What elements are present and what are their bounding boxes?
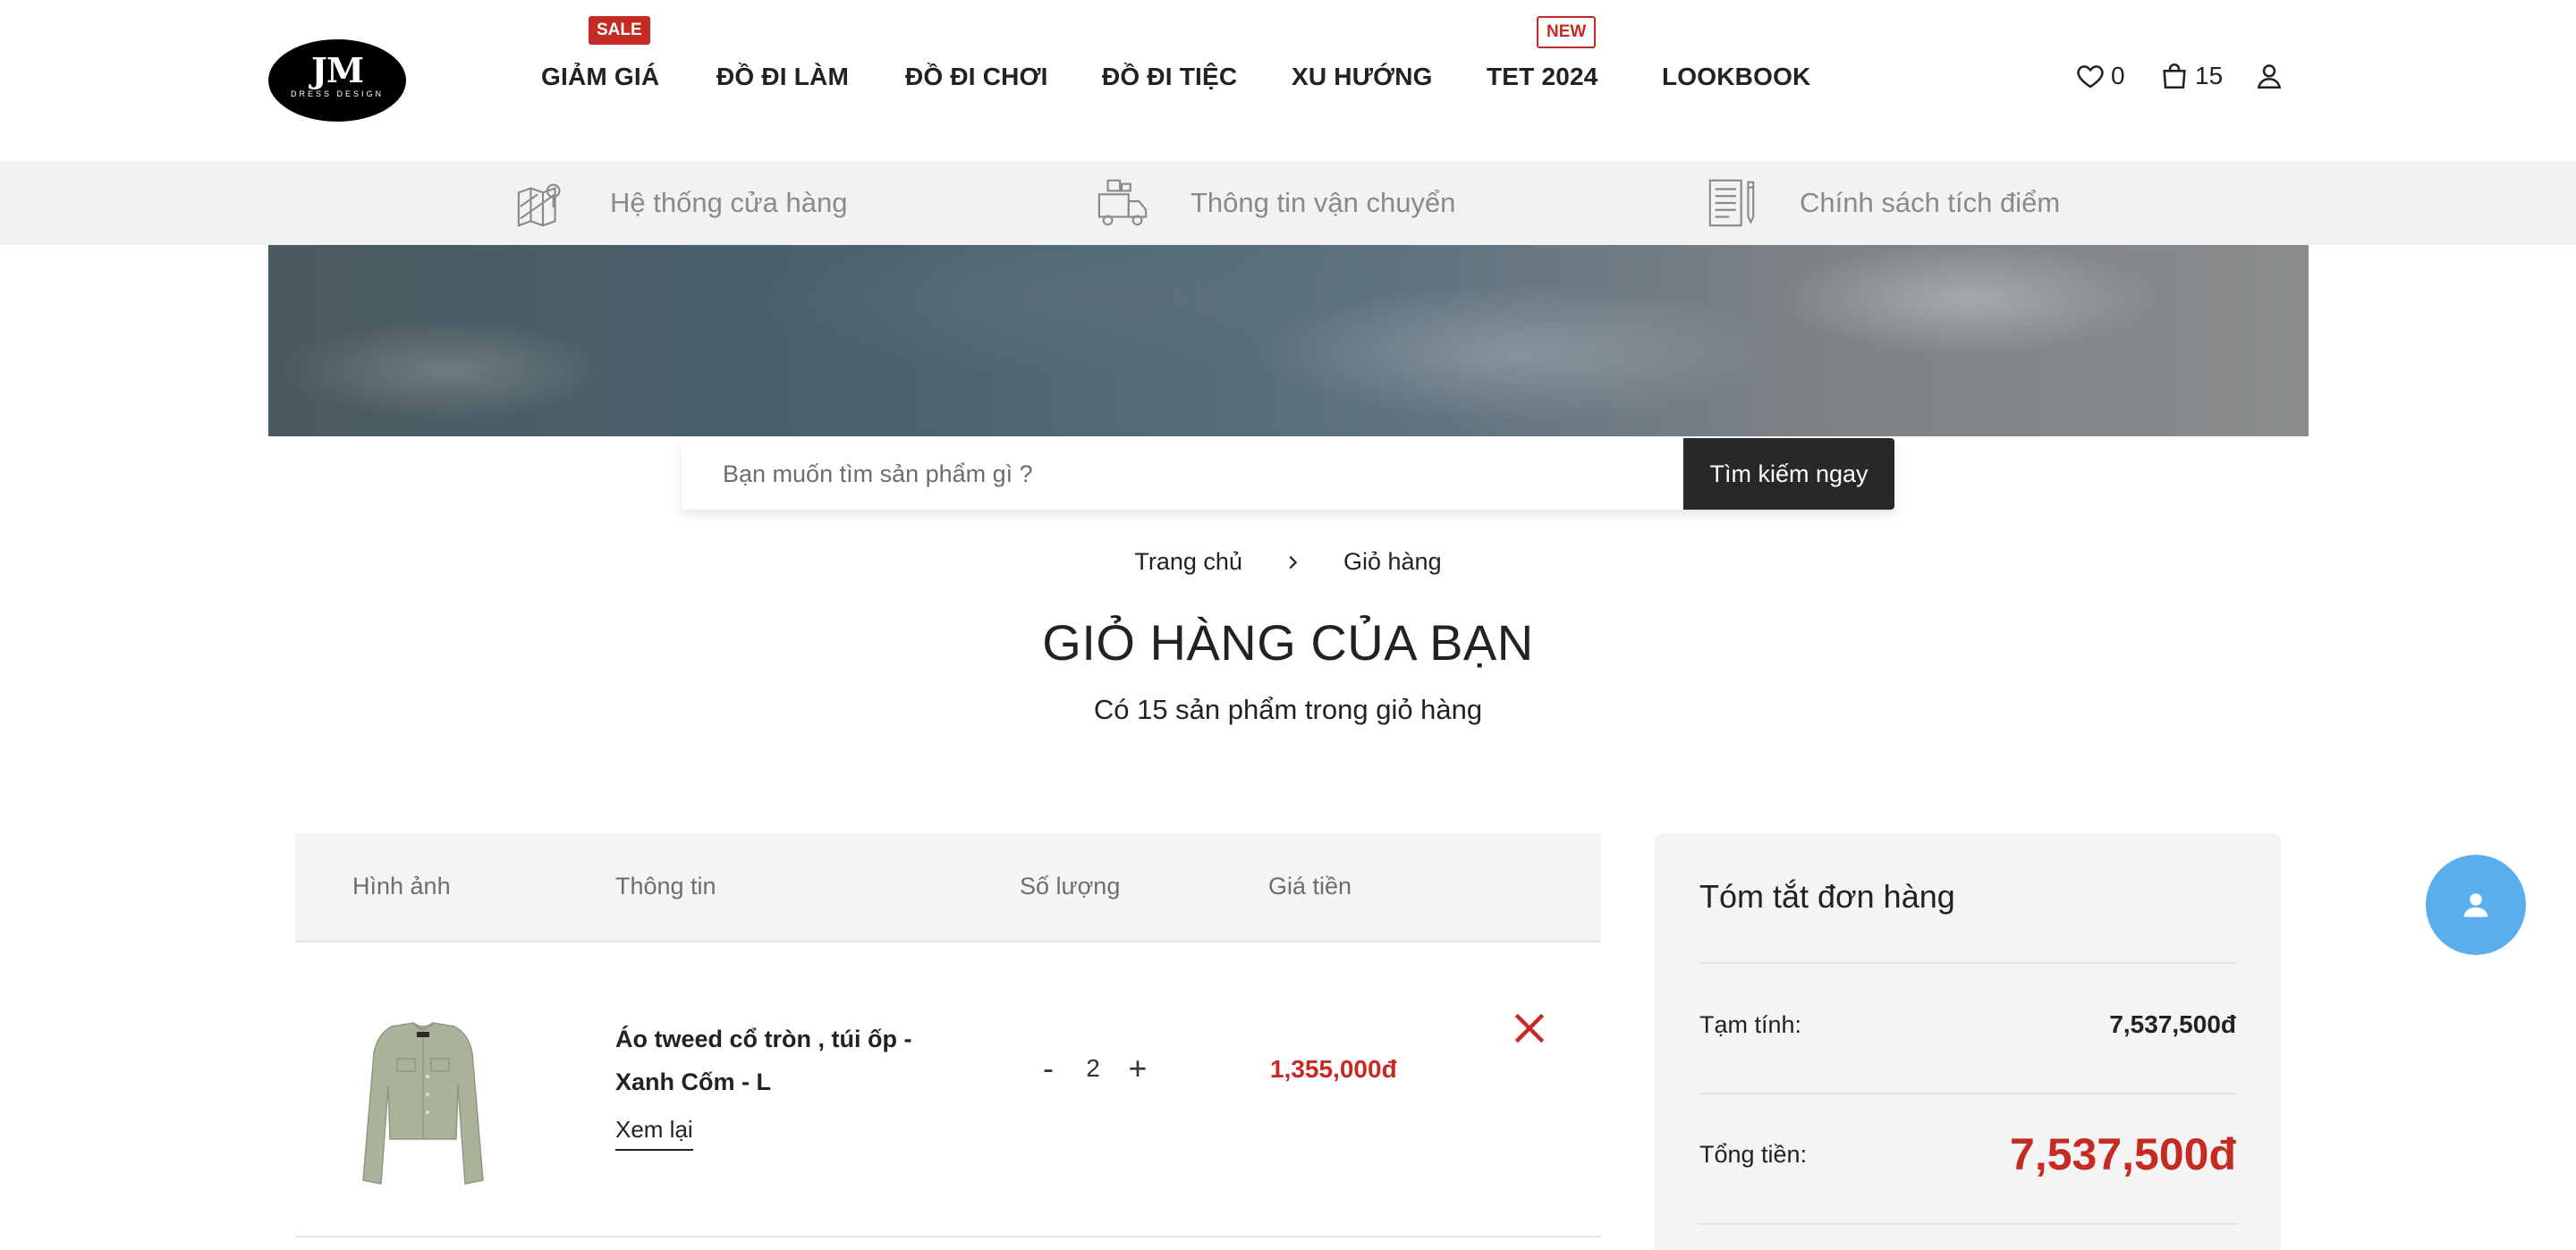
user-icon: [2257, 64, 2282, 89]
cart-table-header: Hình ảnh Thông tin Số lượng Giá tiền: [295, 833, 1601, 942]
store-system-label: Hệ thống cửa hàng: [610, 187, 848, 218]
breadcrumb-current: Giỏ hàng: [1343, 548, 1442, 576]
nav-item-workwear[interactable]: ĐỒ ĐI LÀM: [716, 63, 849, 91]
subtotal-label: Tạm tính:: [1699, 1010, 1802, 1038]
increase-quantity-button[interactable]: +: [1118, 1050, 1157, 1087]
subtotal-row: Tạm tính: 7,537,500đ: [1699, 1010, 2236, 1039]
order-summary-title: Tóm tắt đơn hàng: [1699, 878, 1955, 915]
remove-item-icon[interactable]: [1510, 1009, 1549, 1048]
breadcrumb: Trang chủ Giỏ hàng: [0, 547, 2576, 576]
chevron-right-icon: [1289, 555, 1298, 570]
cart-count: 15: [2195, 62, 2224, 89]
user-icon: [2463, 893, 2488, 917]
quantity-stepper: - 2 +: [1029, 1050, 1157, 1087]
divider: [1699, 1093, 2236, 1094]
loyalty-policy-link[interactable]: Chính sách tích điểm: [1705, 175, 2060, 231]
nav-item-lookbook[interactable]: LOOKBOOK: [1662, 63, 1810, 91]
total-row: Tổng tiền: 7,537,500đ: [1699, 1128, 2236, 1180]
subtotal-value: 7,537,500đ: [2109, 1010, 2236, 1038]
service-info-bar: Hệ thống cửa hàng Thông tin vận chuyển C…: [0, 161, 2576, 245]
quantity-value: 2: [1086, 1054, 1100, 1082]
search-button[interactable]: Tìm kiếm ngay: [1683, 438, 1894, 510]
shopping-bag-icon: [2163, 63, 2186, 89]
nav-item-casual[interactable]: ĐỒ ĐI CHƠI: [905, 63, 1048, 91]
wishlist-count: 0: [2111, 62, 2125, 89]
map-icon: [517, 183, 561, 227]
hero-banner-image: [268, 245, 2309, 436]
heart-icon: [2077, 65, 2104, 89]
column-header-info: Thông tin: [615, 873, 716, 899]
divider: [1699, 962, 2236, 964]
nav-item-party[interactable]: ĐỒ ĐI TIỆC: [1102, 63, 1237, 91]
cart-button[interactable]: 15: [2159, 61, 2223, 91]
account-button[interactable]: [2254, 61, 2284, 91]
page-title: GIỎ HÀNG CỦA BẠN: [1042, 614, 1534, 671]
document-icon: [1708, 179, 1755, 227]
floating-contact-button[interactable]: [2426, 855, 2526, 955]
store-system-link[interactable]: Hệ thống cửa hàng: [515, 175, 848, 231]
wishlist-button[interactable]: 0: [2075, 61, 2125, 91]
nav-item-sale[interactable]: GIẢM GIÁ: [541, 63, 659, 91]
truck-icon: [1097, 179, 1148, 226]
decrease-quantity-button[interactable]: -: [1029, 1050, 1068, 1087]
item-price: 1,355,000đ: [1270, 1055, 1397, 1083]
column-header-price: Giá tiền: [1268, 873, 1352, 899]
loyalty-policy-label: Chính sách tích điểm: [1800, 187, 2061, 218]
cart-count-text: Có 15 sản phẩm trong giỏ hàng: [1093, 694, 1483, 725]
site-header: JM DRESS DESIGN SALE NEW GIẢM GIÁ ĐỒ ĐI …: [0, 0, 2576, 161]
shipping-info-link[interactable]: Thông tin vận chuyển: [1096, 175, 1455, 231]
new-badge: NEW: [1537, 16, 1597, 48]
breadcrumb-home[interactable]: Trang chủ: [1134, 548, 1242, 576]
cart-item-row: Áo tweed cổ tròn , túi ốp - Xanh Cốm - L…: [295, 942, 1601, 1237]
search-input[interactable]: [682, 438, 1683, 510]
product-thumbnail[interactable]: [358, 1014, 488, 1189]
column-header-image: Hình ảnh: [352, 873, 451, 899]
shipping-info-label: Thông tin vận chuyển: [1191, 187, 1456, 218]
sale-badge: SALE: [589, 16, 650, 45]
cart-table: Hình ảnh Thông tin Số lượng Giá tiền Áo …: [295, 833, 1601, 1237]
total-label: Tổng tiền:: [1699, 1140, 1808, 1168]
search-box: Tìm kiếm ngay: [682, 438, 1894, 510]
column-header-quantity: Số lượng: [1020, 873, 1121, 899]
review-link[interactable]: Xem lại: [615, 1116, 693, 1151]
nav-item-tet-2024[interactable]: TET 2024: [1487, 63, 1598, 91]
product-name[interactable]: Áo tweed cổ tròn , túi ốp - Xanh Cốm - L: [615, 1018, 919, 1103]
divider: [1699, 1223, 2236, 1225]
total-value: 7,537,500đ: [2010, 1129, 2236, 1179]
nav-item-trends[interactable]: XU HƯỚNG: [1292, 63, 1433, 91]
order-summary: Tóm tắt đơn hàng Tạm tính: 7,537,500đ Tổ…: [1655, 833, 2281, 1250]
